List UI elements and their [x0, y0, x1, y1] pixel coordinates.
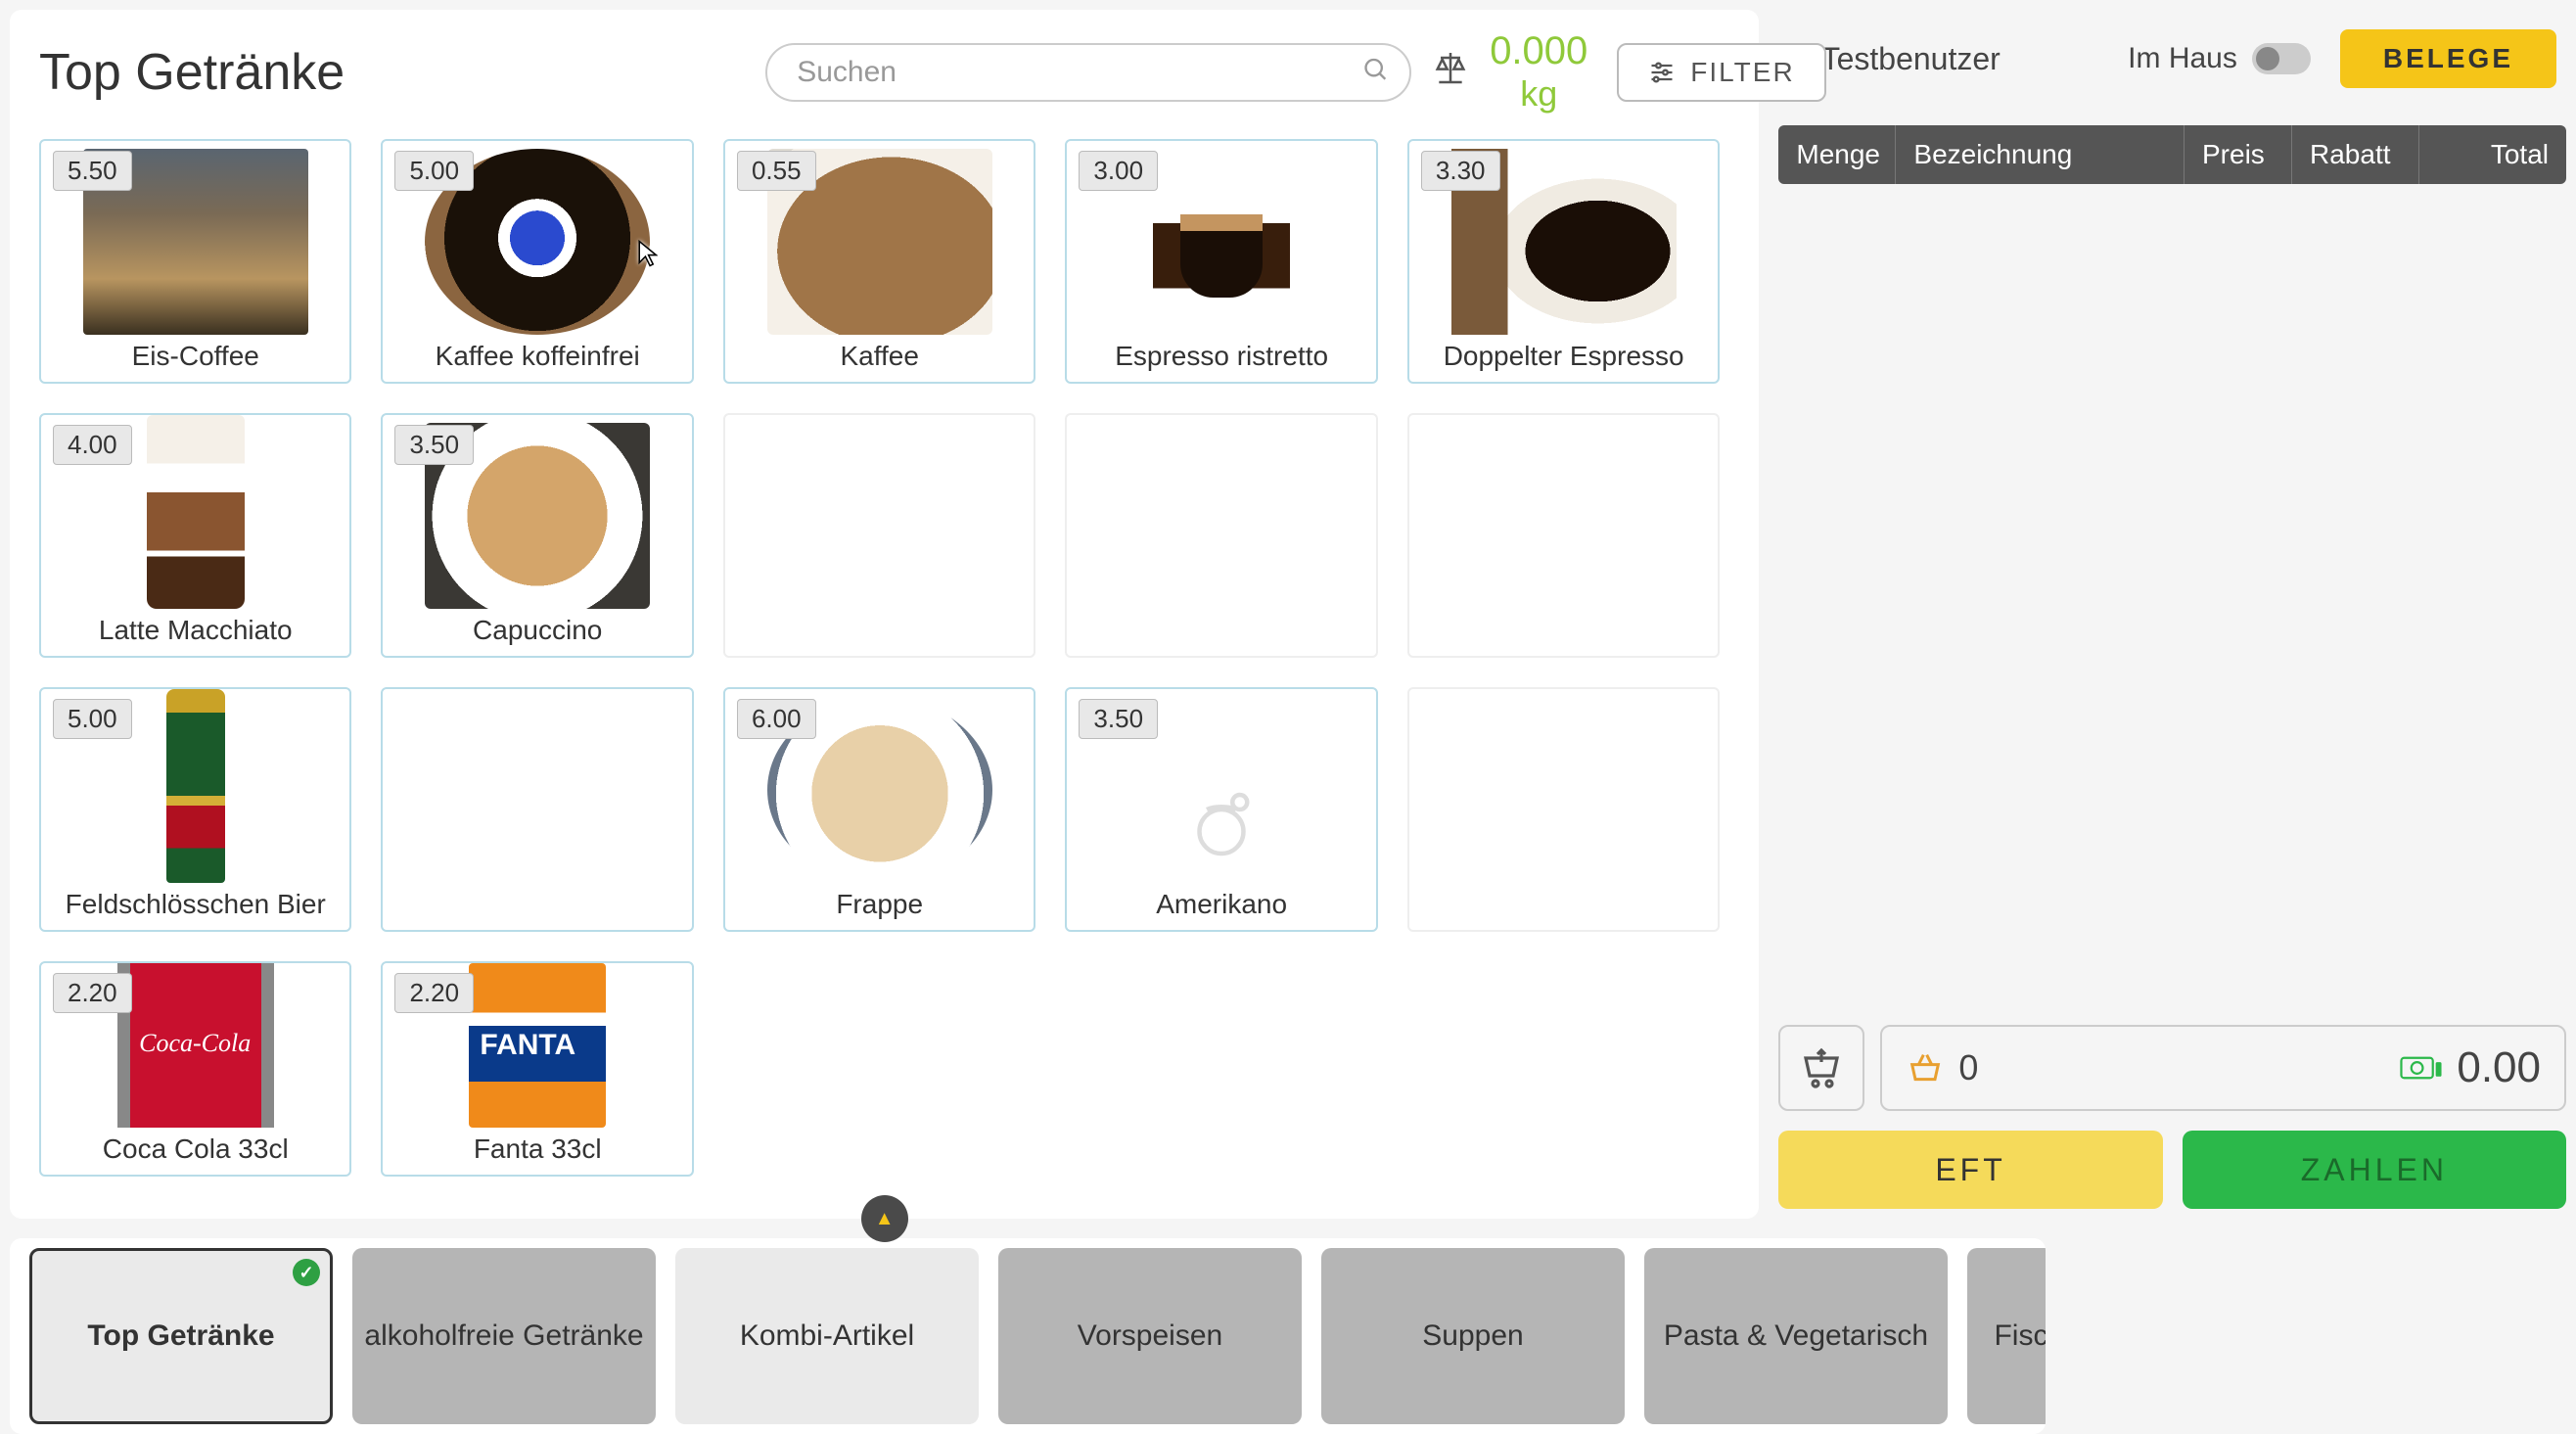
price-tag: 3.50 [394, 425, 474, 465]
eft-button[interactable]: EFT [1778, 1131, 2162, 1209]
page-title: Top Getränke [39, 43, 345, 102]
price-tag: 3.50 [1079, 699, 1158, 739]
category-suppen[interactable]: Suppen [1321, 1248, 1625, 1424]
price-tag: 3.00 [1079, 151, 1158, 191]
product-fanta[interactable]: 2.20 Fanta 33cl [381, 961, 693, 1177]
product-eis-coffee[interactable]: 5.50 Eis-Coffee [39, 139, 351, 384]
product-name: Frappe [836, 883, 923, 930]
product-image [1153, 149, 1290, 335]
price-tag: 6.00 [737, 699, 816, 739]
product-name: Capuccino [473, 609, 602, 656]
product-image-placeholder [1153, 765, 1290, 883]
cart-action-button[interactable] [1778, 1025, 1864, 1111]
category-label: Vorspeisen [1078, 1319, 1222, 1353]
product-image [117, 963, 274, 1128]
price-tag: 5.00 [53, 699, 132, 739]
product-name: Feldschlösschen Bier [66, 883, 326, 930]
product-empty-slot [381, 687, 693, 932]
product-latte-macchiato[interactable]: 4.00 Latte Macchiato [39, 413, 351, 658]
order-items-empty [1778, 184, 2566, 1015]
product-name: Kaffee koffeinfrei [436, 335, 640, 382]
price-tag: 5.00 [394, 151, 474, 191]
check-icon: ✓ [293, 1259, 320, 1286]
category-label: alkoholfreie Getränke [364, 1319, 643, 1353]
product-grid: 5.50 Eis-Coffee 5.00 Kaffee koffeinfrei … [39, 139, 1729, 1199]
price-tag: 5.50 [53, 151, 132, 191]
user-label: T. Testbenutzer [1788, 41, 2128, 77]
product-empty-slot [723, 413, 1035, 658]
category-label: Kombi-Artikel [740, 1319, 914, 1353]
product-name: Doppelter Espresso [1444, 335, 1684, 382]
col-total: Total [2419, 125, 2566, 184]
order-table-header: Menge Bezeichnung Preis Rabatt Total [1778, 125, 2566, 184]
product-name: Fanta 33cl [474, 1128, 602, 1175]
price-tag: 2.20 [394, 973, 474, 1013]
category-label: Pasta & Vegetarisch [1664, 1319, 1928, 1353]
sum-total: 0.00 [2457, 1043, 2541, 1092]
col-bezeichnung: Bezeichnung [1896, 125, 2185, 184]
category-fischgerichte[interactable]: Fischge [1967, 1248, 2046, 1424]
col-rabatt: Rabatt [2292, 125, 2419, 184]
product-name: Coca Cola 33cl [103, 1128, 289, 1175]
cart-upload-icon [1798, 1044, 1845, 1091]
product-name: Eis-Coffee [132, 335, 259, 382]
basket-icon [1906, 1048, 1945, 1087]
collapse-toggle-button[interactable]: ▲ [861, 1195, 908, 1242]
product-frappe[interactable]: 6.00 Frappe [723, 687, 1035, 932]
category-pasta-vegetarisch[interactable]: Pasta & Vegetarisch [1644, 1248, 1948, 1424]
summary-box: 0 0.00 [1880, 1025, 2566, 1111]
product-empty-slot [1407, 687, 1720, 932]
product-espresso-ristretto[interactable]: 3.00 Espresso ristretto [1065, 139, 1377, 384]
price-tag: 0.55 [737, 151, 816, 191]
search-icon [1362, 56, 1390, 88]
product-feldschloesschen-bier[interactable]: 5.00 Feldschlösschen Bier [39, 687, 351, 932]
category-alkoholfreie-getraenke[interactable]: alkoholfreie Getränke [352, 1248, 656, 1424]
product-coca-cola[interactable]: 2.20 Coca Cola 33cl [39, 961, 351, 1177]
price-tag: 4.00 [53, 425, 132, 465]
category-label: Top Getränke [87, 1319, 274, 1353]
product-name: Latte Macchiato [99, 609, 293, 656]
product-capuccino[interactable]: 3.50 Capuccino [381, 413, 693, 658]
product-empty-slot [1065, 413, 1377, 658]
filter-button[interactable]: FILTER [1617, 43, 1825, 102]
basket-count: 0 [1958, 1047, 1978, 1088]
product-kaffee-koffeinfrei[interactable]: 5.00 Kaffee koffeinfrei [381, 139, 693, 384]
product-image [147, 415, 245, 609]
product-doppelter-espresso[interactable]: 3.30 Doppelter Espresso [1407, 139, 1720, 384]
triangle-up-icon: ▲ [875, 1208, 895, 1230]
category-top-getraenke[interactable]: ✓ Top Getränke [29, 1248, 333, 1424]
product-kaffee[interactable]: 0.55 Kaffee [723, 139, 1035, 384]
zahlen-button[interactable]: ZAHLEN [2183, 1131, 2566, 1209]
cash-icon [2400, 1052, 2443, 1084]
product-image [469, 963, 606, 1128]
product-amerikano[interactable]: 3.50 Amerikano [1065, 687, 1377, 932]
product-empty-slot [1407, 413, 1720, 658]
category-label: Fischge [1994, 1319, 2046, 1353]
im-haus-label: Im Haus [2128, 42, 2237, 75]
category-vorspeisen[interactable]: Vorspeisen [998, 1248, 1302, 1424]
category-bar: ✓ Top Getränke alkoholfreie Getränke Kom… [10, 1238, 2046, 1434]
scale-icon[interactable] [1431, 48, 1470, 96]
belege-button[interactable]: BELEGE [2340, 29, 2556, 88]
category-kombi-artikel[interactable]: Kombi-Artikel [675, 1248, 979, 1424]
product-name: Amerikano [1156, 883, 1287, 930]
category-label: Suppen [1422, 1319, 1523, 1353]
filter-label: FILTER [1690, 57, 1794, 88]
col-preis: Preis [2185, 125, 2292, 184]
col-menge: Menge [1778, 125, 1896, 184]
product-name: Espresso ristretto [1115, 335, 1328, 382]
search-input[interactable] [765, 43, 1411, 102]
filter-icon [1648, 59, 1676, 86]
product-name: Kaffee [840, 335, 918, 382]
weight-display: 0.000 kg [1490, 29, 1587, 115]
im-haus-toggle[interactable] [2252, 43, 2311, 74]
product-image [166, 689, 225, 883]
price-tag: 2.20 [53, 973, 132, 1013]
price-tag: 3.30 [1421, 151, 1500, 191]
